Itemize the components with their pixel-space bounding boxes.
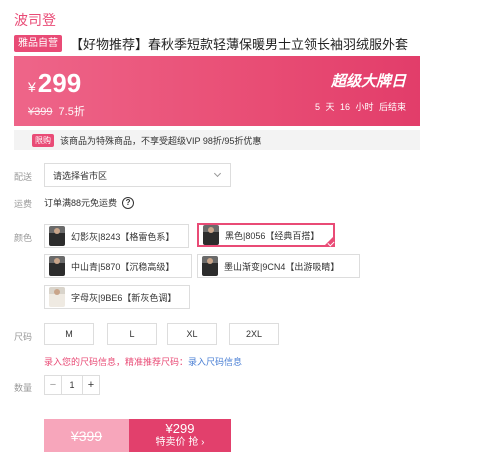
color-option-label: 字母灰|9BE6【新灰色调】: [71, 292, 177, 303]
limit-tag: 限购: [32, 133, 54, 147]
size-label: 尺码: [14, 332, 33, 342]
discount-rate: 7.5折: [58, 106, 85, 118]
delivery-label: 配送: [14, 172, 33, 182]
shipping-label: 运费: [14, 199, 33, 209]
color-option-label: 黑色|8056【经典百搭】: [225, 230, 320, 241]
buy-bar: ¥399 ¥299 特卖价 抢 ›: [44, 419, 231, 452]
product-title: 【好物推荐】春秋季短款轻薄保暖男士立领长袖羽绒服外套: [70, 37, 409, 52]
color-option-label: 墨山渐变|9CN4【出游吸睛】: [224, 261, 340, 272]
product-title-row: 雅品自营 【好物推荐】春秋季短款轻薄保暖男士立领长袖羽绒服外套: [14, 34, 494, 53]
size-option-2xl[interactable]: 2XL: [229, 323, 279, 345]
help-icon[interactable]: ?: [122, 196, 135, 209]
quantity-value[interactable]: 1: [61, 376, 83, 394]
region-select[interactable]: 请选择省市区: [44, 163, 231, 187]
countdown-timer: 5 天 16 小时 后结束: [314, 102, 406, 112]
purchase-notice: 限购 该商品为特殊商品，不享受超级VIP 98折/95折优惠: [14, 130, 420, 150]
color-option-selected[interactable]: 黑色|8056【经典百搭】: [197, 223, 335, 247]
price-value: 299: [37, 68, 82, 98]
increment-button[interactable]: +: [83, 376, 99, 394]
product-thumbnail: [49, 287, 65, 307]
original-price: ¥399: [28, 106, 53, 118]
self-operated-badge: 雅品自营: [14, 35, 62, 52]
product-thumbnail: [202, 256, 218, 276]
notice-text: 该商品为特殊商品，不享受超级VIP 98折/95折优惠: [60, 135, 262, 146]
quantity-label: 数量: [14, 383, 33, 393]
size-option-l[interactable]: L: [107, 323, 157, 345]
size-option-xl[interactable]: XL: [167, 323, 217, 345]
chevron-down-icon: [213, 169, 222, 178]
currency-symbol: ¥: [28, 79, 36, 95]
price-sub: ¥399 7.5折: [28, 103, 85, 119]
decrement-button[interactable]: −: [45, 376, 61, 394]
color-option-label: 幻影灰|8243【格雷色系】: [71, 231, 175, 242]
color-option[interactable]: 中山青|5870【沉稳高级】: [44, 254, 192, 278]
buy-original-price: ¥399: [44, 419, 129, 452]
color-option[interactable]: 字母灰|9BE6【新灰色调】: [44, 285, 190, 309]
buy-price: ¥299: [165, 421, 195, 436]
product-thumbnail: [49, 256, 65, 276]
size-hint-text: 录入您的尺码信息，精准推荐尺码：: [44, 357, 189, 367]
shipping-info: 订单满88元免运费 ?: [44, 196, 135, 209]
current-price: ¥ 299: [28, 68, 81, 99]
selected-check-icon: [323, 235, 335, 247]
shipping-text: 订单满88元免运费: [44, 198, 118, 208]
color-label: 颜色: [14, 233, 33, 243]
size-option-m[interactable]: M: [44, 323, 94, 345]
promo-name: 超级大牌日: [330, 73, 406, 90]
color-option[interactable]: 墨山渐变|9CN4【出游吸睛】: [197, 254, 360, 278]
buy-action-label: 特卖价 抢 ›: [155, 437, 205, 448]
region-placeholder: 请选择省市区: [53, 170, 108, 181]
size-entry-link[interactable]: 录入尺码信息: [188, 357, 242, 367]
size-hint: 录入您的尺码信息，精准推荐尺码：录入尺码信息: [44, 355, 242, 368]
product-thumbnail: [49, 226, 65, 246]
product-thumbnail: [203, 225, 219, 245]
color-option-label: 中山青|5870【沉稳高级】: [71, 261, 175, 272]
buy-now-button[interactable]: ¥299 特卖价 抢 ›: [129, 419, 231, 452]
quantity-stepper: − 1 +: [44, 375, 100, 395]
color-option[interactable]: 幻影灰|8243【格雷色系】: [44, 224, 189, 248]
price-banner: ¥ 299 ¥399 7.5折 超级大牌日 5 天 16 小时 后结束: [14, 56, 420, 126]
brand-name[interactable]: 波司登: [14, 10, 56, 30]
